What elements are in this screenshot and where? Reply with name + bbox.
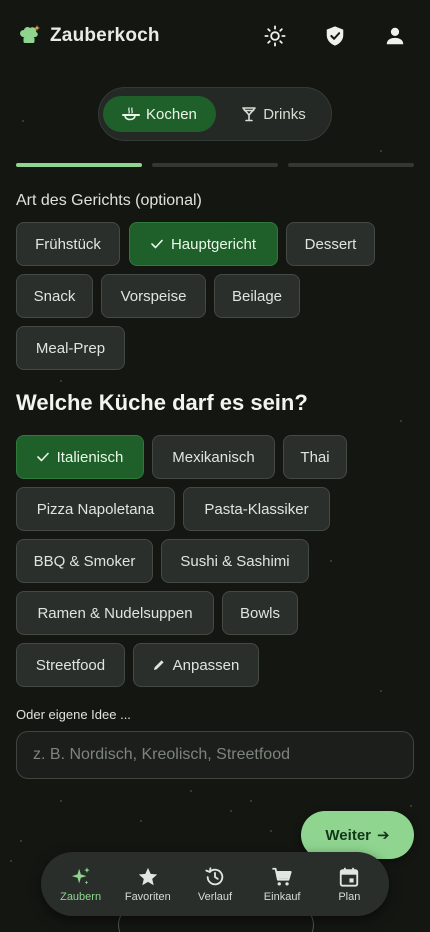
sparkle-icon [71, 866, 90, 884]
profile-button[interactable] [380, 21, 410, 51]
nav-label: Plan [338, 890, 361, 903]
nav-plan[interactable]: Plan [316, 856, 382, 912]
progress-step-1 [16, 163, 142, 167]
mode-kochen-button[interactable]: Kochen [103, 96, 216, 132]
progress-step-3 [288, 163, 414, 167]
cart-icon [272, 867, 292, 886]
chip-thai[interactable]: Thai [283, 435, 347, 479]
chip-bowls[interactable]: Bowls [222, 591, 298, 635]
chip-label: Mexikanisch [172, 448, 255, 466]
nav-label: Zaubern [60, 890, 102, 903]
chip-label: Streetfood [35, 656, 106, 674]
step-progress [16, 163, 414, 167]
history-icon [205, 866, 224, 885]
sun-icon [264, 25, 286, 47]
chip-pizza-napoletana[interactable]: Pizza Napoletana [16, 487, 175, 531]
pencil-icon [153, 659, 165, 671]
next-button-label: Weiter [325, 826, 371, 844]
chip-label: Snack [33, 287, 76, 305]
chip-label: Italienisch [56, 448, 124, 466]
chip-snack[interactable]: Snack [16, 274, 93, 318]
chip-dessert[interactable]: Dessert [286, 222, 375, 266]
mode-drinks-label: Drinks [263, 105, 306, 123]
chip-sushi-sashimi[interactable]: Sushi & Sashimi [161, 539, 309, 583]
shield-check-icon [326, 26, 344, 46]
nav-einkauf[interactable]: Einkauf [249, 856, 315, 912]
chip-label: Thai [300, 448, 330, 466]
nav-favoriten[interactable]: Favoriten [115, 856, 181, 912]
nav-label: Verlauf [197, 890, 233, 903]
nav-label: Favoriten [124, 890, 171, 903]
arrow-right-icon: ➔ [377, 827, 390, 844]
privacy-button[interactable] [320, 21, 350, 51]
cocktail-glass-icon [242, 107, 257, 122]
chip-hauptgericht[interactable]: Hauptgericht [129, 222, 278, 266]
chip-mexikanisch[interactable]: Mexikanisch [152, 435, 275, 479]
frying-pan-icon [122, 107, 141, 121]
progress-step-2 [152, 163, 278, 167]
own-idea-label: Oder eigene Idee ... [16, 707, 131, 722]
chip-label: Anpassen [172, 656, 240, 674]
chip-label: Pizza Napoletana [36, 500, 155, 518]
chip-vorspeise[interactable]: Vorspeise [101, 274, 206, 318]
user-icon [386, 27, 404, 45]
chip-label: Sushi & Sashimi [180, 552, 290, 570]
header-actions [260, 21, 410, 51]
check-icon [36, 452, 49, 462]
mode-toggle: Kochen Drinks [98, 87, 332, 141]
chip-beilage[interactable]: Beilage [214, 274, 300, 318]
chip-label: Beilage [231, 287, 283, 305]
bottom-navigation: Zaubern Favoriten Verlauf Einkauf Plan [41, 852, 389, 916]
mode-drinks-button[interactable]: Drinks [220, 96, 327, 132]
chef-hat-logo-icon [16, 23, 42, 49]
chip-label: Dessert [304, 235, 357, 253]
chip-meal-prep[interactable]: Meal-Prep [16, 326, 125, 370]
customize-cuisine-button[interactable]: Anpassen [133, 643, 259, 687]
nav-zaubern[interactable]: Zaubern [48, 856, 114, 912]
nav-verlauf[interactable]: Verlauf [182, 856, 248, 912]
theme-toggle-button[interactable] [260, 21, 290, 51]
calendar-icon [340, 867, 359, 887]
chip-bbq-smoker[interactable]: BBQ & Smoker [16, 539, 153, 583]
chip-label: Meal-Prep [35, 339, 106, 357]
chip-label: BBQ & Smoker [33, 552, 136, 570]
mode-kochen-label: Kochen [146, 105, 197, 123]
app-title: Zauberkoch [50, 25, 160, 46]
check-icon [151, 239, 163, 249]
chip-label: Hauptgericht [170, 235, 257, 253]
chip-label: Ramen & Nudelsuppen [37, 604, 193, 622]
chip-ramen-nudelsuppen[interactable]: Ramen & Nudelsuppen [16, 591, 214, 635]
star-icon [138, 867, 157, 885]
chip-pasta-klassiker[interactable]: Pasta-Klassiker [183, 487, 330, 531]
chip-streetfood[interactable]: Streetfood [16, 643, 125, 687]
chip-fruehstueck[interactable]: Frühstück [16, 222, 120, 266]
chip-label: Bowls [239, 604, 280, 622]
nav-label: Einkauf [263, 890, 301, 903]
chip-label: Pasta-Klassiker [204, 500, 309, 518]
cuisine-heading: Welche Küche darf es sein? [16, 390, 308, 415]
app-header: Zauberkoch [0, 0, 430, 72]
own-idea-input[interactable] [16, 731, 414, 779]
chip-label: Vorspeise [120, 287, 187, 305]
chip-label: Frühstück [35, 235, 101, 253]
dish-type-label: Art des Gerichts (optional) [16, 192, 202, 209]
chip-italienisch[interactable]: Italienisch [16, 435, 144, 479]
